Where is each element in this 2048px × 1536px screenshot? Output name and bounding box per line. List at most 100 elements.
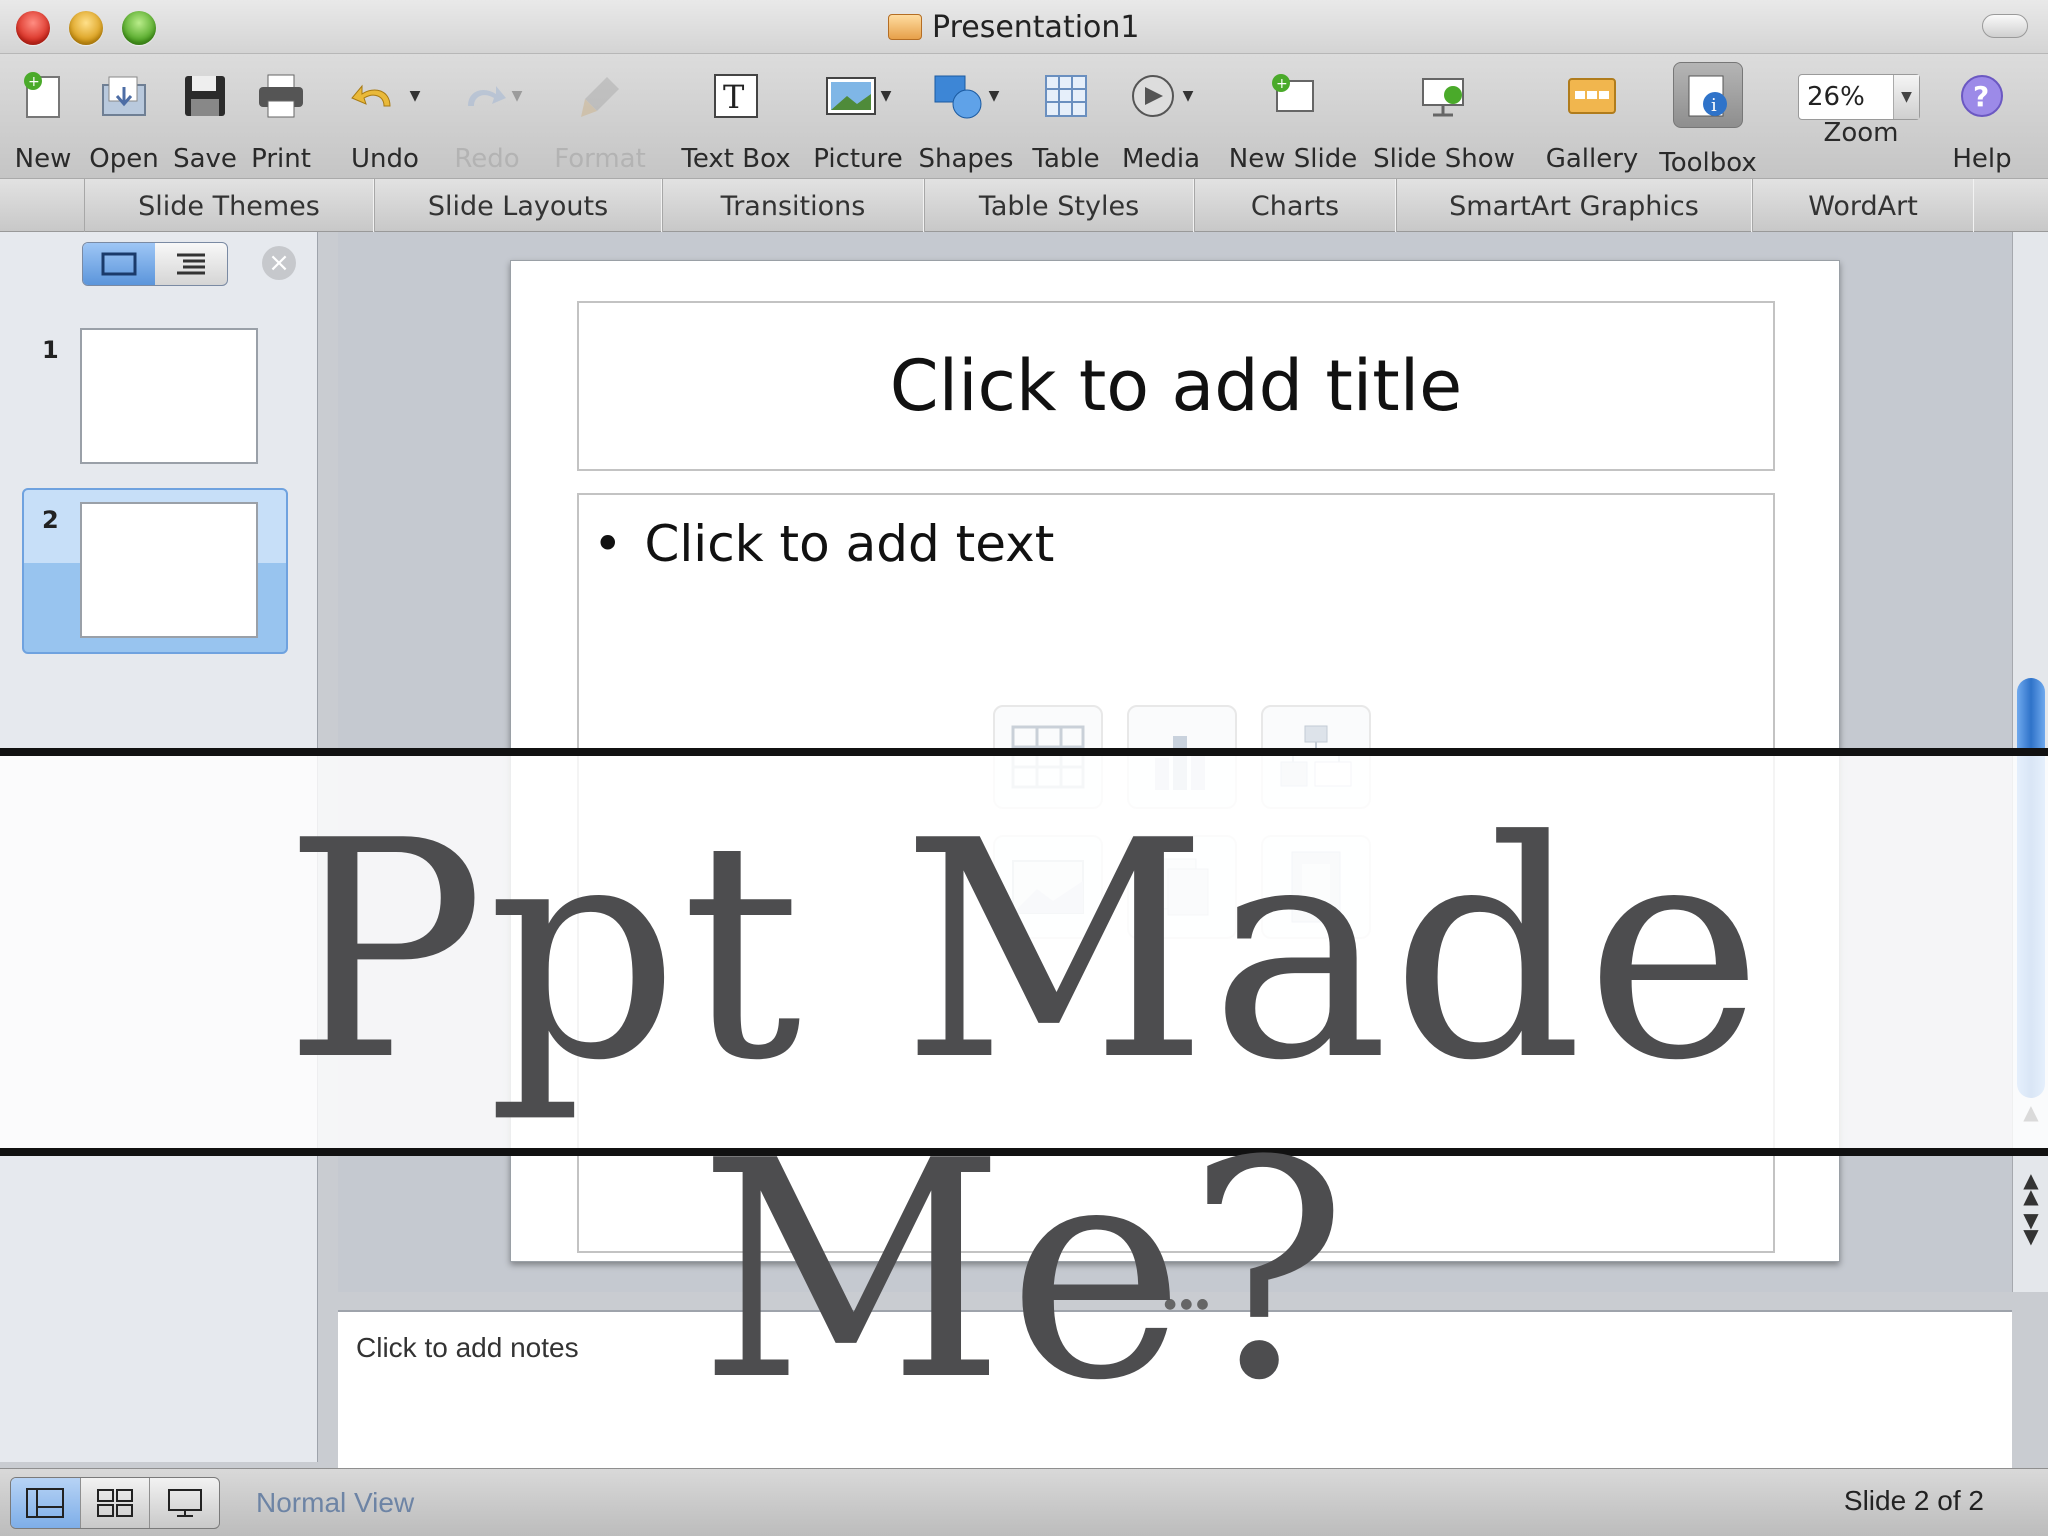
- title-bar: Presentation1: [0, 0, 2048, 54]
- table-label: Table: [1032, 144, 1100, 174]
- outline-view-icon: [177, 253, 205, 275]
- slide-sorter-icon: [97, 1489, 133, 1517]
- content-placeholder-text: Click to add text: [644, 515, 1055, 573]
- new-slide-button[interactable]: + New Slide: [1228, 60, 1358, 178]
- save-button[interactable]: Save: [172, 60, 238, 178]
- table-button[interactable]: Table: [1028, 60, 1104, 178]
- new-label: New: [14, 144, 72, 174]
- slide-number: 2: [42, 506, 59, 534]
- printer-icon: [253, 68, 309, 124]
- svg-text:?: ?: [1973, 80, 1989, 113]
- slide-show-view-icon: [167, 1489, 202, 1517]
- minimize-window-button[interactable]: [69, 11, 103, 45]
- slide-thumbnail-1[interactable]: [80, 328, 258, 464]
- undo-button[interactable]: ▼ Undo: [342, 60, 428, 178]
- shapes-icon: ▼: [918, 68, 1014, 124]
- svg-text:+: +: [28, 74, 40, 90]
- slide-show-label: Slide Show: [1373, 144, 1515, 174]
- help-label: Help: [1952, 144, 2012, 174]
- zoom-field[interactable]: 26% ▼: [1798, 74, 1920, 120]
- slide-sorter-button[interactable]: [81, 1478, 151, 1528]
- text-box-button[interactable]: T Text Box: [676, 60, 796, 178]
- normal-view-button[interactable]: [11, 1478, 81, 1528]
- tab-wordart[interactable]: WordArt: [1752, 179, 1974, 233]
- media-button[interactable]: ▼ Media: [1116, 60, 1206, 178]
- title-placeholder-text: Click to add title: [889, 345, 1463, 427]
- picture-button[interactable]: ▼ Picture: [810, 60, 906, 178]
- standard-toolbar: + New Open Save Print ▼ Undo ▼ Redo Form…: [0, 54, 2048, 178]
- status-bar: Normal View Slide 2 of 2: [0, 1468, 2048, 1536]
- zoom-label: Zoom: [1823, 118, 1899, 148]
- new-document-icon: +: [15, 68, 71, 124]
- tab-table-styles[interactable]: Table Styles: [924, 179, 1194, 233]
- undo-label: Undo: [351, 144, 419, 174]
- title-placeholder[interactable]: Click to add title: [577, 301, 1775, 471]
- tab-slide-layouts[interactable]: Slide Layouts: [374, 179, 662, 233]
- pane-view-toggle: [82, 242, 228, 286]
- slide-show-button[interactable]: Slide Show: [1373, 60, 1515, 178]
- svg-text:T: T: [723, 78, 745, 116]
- toolbox-icon: i: [1673, 62, 1743, 128]
- print-button[interactable]: Print: [248, 60, 314, 178]
- floppy-disk-icon: [177, 68, 233, 124]
- open-folder-icon: [96, 68, 152, 124]
- window-title: Presentation1: [932, 9, 1140, 45]
- svg-text:i: i: [1711, 95, 1717, 116]
- slides-tab-button[interactable]: [83, 243, 155, 285]
- slide-number: 1: [42, 336, 59, 364]
- new-slide-label: New Slide: [1228, 144, 1358, 174]
- document-icon: [888, 14, 922, 40]
- redo-button: ▼ Redo: [444, 60, 530, 178]
- window-title-group: Presentation1: [888, 6, 1140, 48]
- tab-slide-themes[interactable]: Slide Themes: [84, 179, 374, 233]
- tab-charts[interactable]: Charts: [1194, 179, 1396, 233]
- overlay-caption: Ppt Made Me?: [283, 777, 1765, 1446]
- slide-thumbnail-2[interactable]: [80, 502, 258, 638]
- close-window-button[interactable]: [16, 11, 50, 45]
- slide-show-view-button[interactable]: [150, 1478, 219, 1528]
- outline-tab-button[interactable]: [155, 243, 227, 285]
- paintbrush-icon: [572, 68, 628, 124]
- zoom-value[interactable]: 26%: [1799, 82, 1893, 112]
- view-switcher: [10, 1477, 220, 1529]
- zoom-window-button[interactable]: [122, 11, 156, 45]
- toolbox-label: Toolbox: [1659, 148, 1757, 178]
- overlay-banner: Ppt Made Me?: [0, 748, 2048, 1432]
- zoom-dropdown-icon[interactable]: ▼: [1893, 75, 1919, 119]
- toolbar-toggle-button[interactable]: [1982, 14, 2028, 38]
- text-box-icon: T: [708, 68, 764, 124]
- media-icon: ▼: [1116, 68, 1206, 124]
- tab-smartart-graphics[interactable]: SmartArt Graphics: [1396, 179, 1752, 233]
- elements-gallery-tabs: Slide Themes Slide Layouts Transitions T…: [0, 178, 2048, 233]
- zoom-label-group: Zoom: [1806, 118, 1916, 178]
- gallery-button[interactable]: Gallery: [1540, 60, 1644, 178]
- open-button[interactable]: Open: [88, 60, 160, 178]
- redo-label: Redo: [454, 144, 520, 174]
- text-box-label: Text Box: [681, 144, 791, 174]
- toolbox-button[interactable]: i Toolbox: [1652, 60, 1764, 178]
- picture-icon: ▼: [810, 68, 906, 124]
- shapes-button[interactable]: ▼ Shapes: [918, 60, 1014, 178]
- format-label: Format: [554, 144, 646, 174]
- slide-count: Slide 2 of 2: [1843, 1485, 1984, 1516]
- redo-icon: ▼: [444, 68, 530, 124]
- tab-transitions[interactable]: Transitions: [662, 179, 924, 233]
- view-name: Normal View: [256, 1487, 415, 1518]
- new-button[interactable]: + New: [10, 60, 76, 178]
- undo-icon: ▼: [342, 68, 428, 124]
- media-label: Media: [1121, 144, 1201, 174]
- normal-view-icon: [26, 1488, 65, 1518]
- open-label: Open: [89, 144, 159, 174]
- gallery-icon: [1564, 68, 1620, 124]
- format-painter-button: Format: [550, 60, 650, 178]
- help-button[interactable]: ? Help: [1944, 60, 2020, 178]
- table-icon: [1038, 68, 1094, 124]
- print-label: Print: [251, 144, 311, 174]
- help-icon: ?: [1954, 68, 2010, 124]
- bullet-glyph: •: [593, 515, 623, 573]
- gallery-label: Gallery: [1545, 144, 1639, 174]
- shapes-label: Shapes: [918, 144, 1014, 174]
- new-slide-icon: +: [1265, 68, 1321, 124]
- close-pane-icon[interactable]: ×: [262, 246, 296, 280]
- save-label: Save: [173, 144, 237, 174]
